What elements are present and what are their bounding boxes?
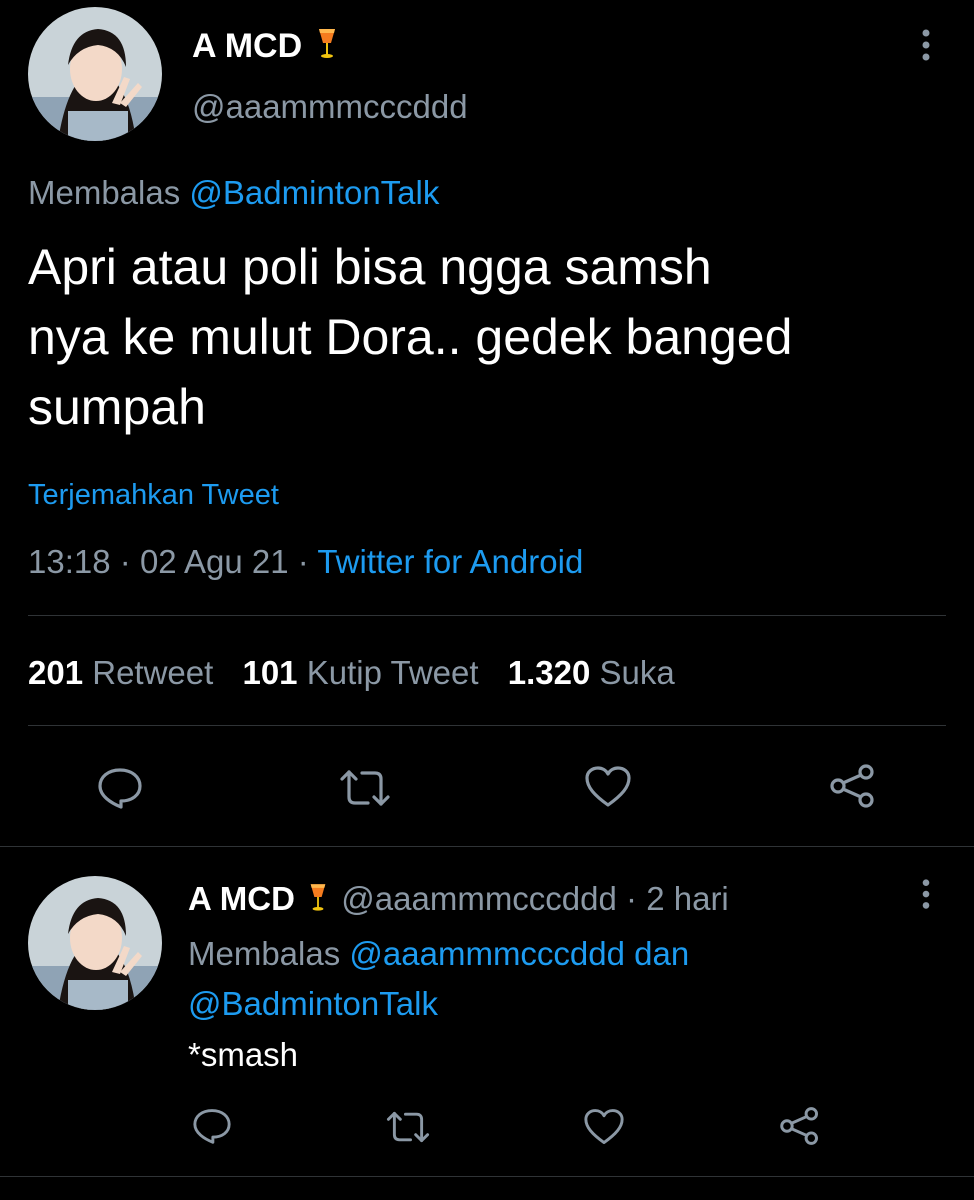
handle[interactable]: @aaammmcccddd (341, 880, 617, 917)
reply-text: *smash (188, 1036, 299, 1073)
retweet-stat[interactable]: 201 Retweet (28, 654, 222, 691)
mention-link[interactable]: @BadmintonTalk (188, 985, 438, 1022)
divider (0, 846, 974, 847)
divider (28, 615, 946, 616)
tweet-age[interactable]: 2 hari (646, 880, 729, 917)
tweet-text-line: sumpah (28, 379, 206, 435)
retweet-icon[interactable] (385, 1109, 431, 1145)
quote-label: Kutip Tweet (306, 654, 479, 691)
like-count: 1.320 (507, 654, 591, 691)
retweet-count: 201 (28, 654, 84, 691)
meta-separator: · (297, 543, 309, 580)
heart-icon[interactable] (583, 1108, 625, 1146)
quote-count: 101 (242, 654, 298, 691)
replying-label: Membalas (28, 174, 181, 211)
tweet-source-link[interactable]: Twitter for Android (317, 543, 583, 580)
share-icon[interactable] (778, 1106, 822, 1146)
tweet-meta: 13:18 · 02 Agu 21 · Twitter for Android (28, 541, 583, 583)
like-stat[interactable]: 1.320 Suka (508, 654, 675, 691)
mention-link[interactable]: @BadmintonTalk (189, 174, 439, 211)
like-label: Suka (599, 654, 675, 691)
tropical-drink-emoji-icon (316, 25, 338, 70)
share-icon[interactable] (828, 763, 878, 809)
divider (0, 1176, 974, 1177)
reply-header: A MCD @aaammmcccddd · 2 hari (188, 878, 729, 924)
meta-separator: · (119, 543, 131, 580)
retweet-label: Retweet (92, 654, 214, 691)
replying-to: Membalas @aaammmcccddd dan @BadmintonTal… (188, 929, 928, 1029)
avatar[interactable] (28, 7, 162, 141)
retweet-icon[interactable] (338, 767, 392, 809)
translate-tweet-link[interactable]: Terjemahkan Tweet (28, 477, 279, 513)
tweet-text-line: nya ke mulut Dora.. gedek banged (28, 309, 793, 365)
tropical-drink-emoji-icon (308, 880, 328, 924)
display-name-text: A MCD (192, 27, 303, 65)
replying-conjunction: dan (634, 935, 690, 972)
reply-icon[interactable] (192, 1108, 232, 1144)
handle[interactable]: @aaammmcccddd (192, 87, 468, 127)
tweet-date: 02 Agu 21 (139, 543, 289, 580)
quote-stat[interactable]: 101 Kutip Tweet (242, 654, 487, 691)
avatar[interactable] (28, 876, 162, 1010)
replying-to: Membalas @BadmintonTalk (28, 173, 439, 213)
tweet-stats: 201 Retweet 101 Kutip Tweet 1.320 Suka (28, 652, 675, 694)
reply-icon[interactable] (97, 767, 143, 809)
replying-label: Membalas (188, 935, 341, 972)
heart-icon[interactable] (584, 765, 632, 809)
more-vertical-icon[interactable] (918, 28, 934, 64)
tweet-text-line: Apri atau poli bisa ngga samsh (28, 239, 712, 295)
display-name[interactable]: A MCD (192, 25, 338, 70)
tweet-time: 13:18 (28, 543, 111, 580)
tweet-text: Apri atau poli bisa ngga samsh nya ke mu… (28, 232, 792, 442)
mention-link[interactable]: @aaammmcccddd (349, 935, 625, 972)
display-name-text[interactable]: A MCD (188, 880, 295, 917)
meta-separator: · (626, 880, 638, 917)
more-vertical-icon[interactable] (918, 878, 934, 912)
divider (28, 725, 946, 726)
